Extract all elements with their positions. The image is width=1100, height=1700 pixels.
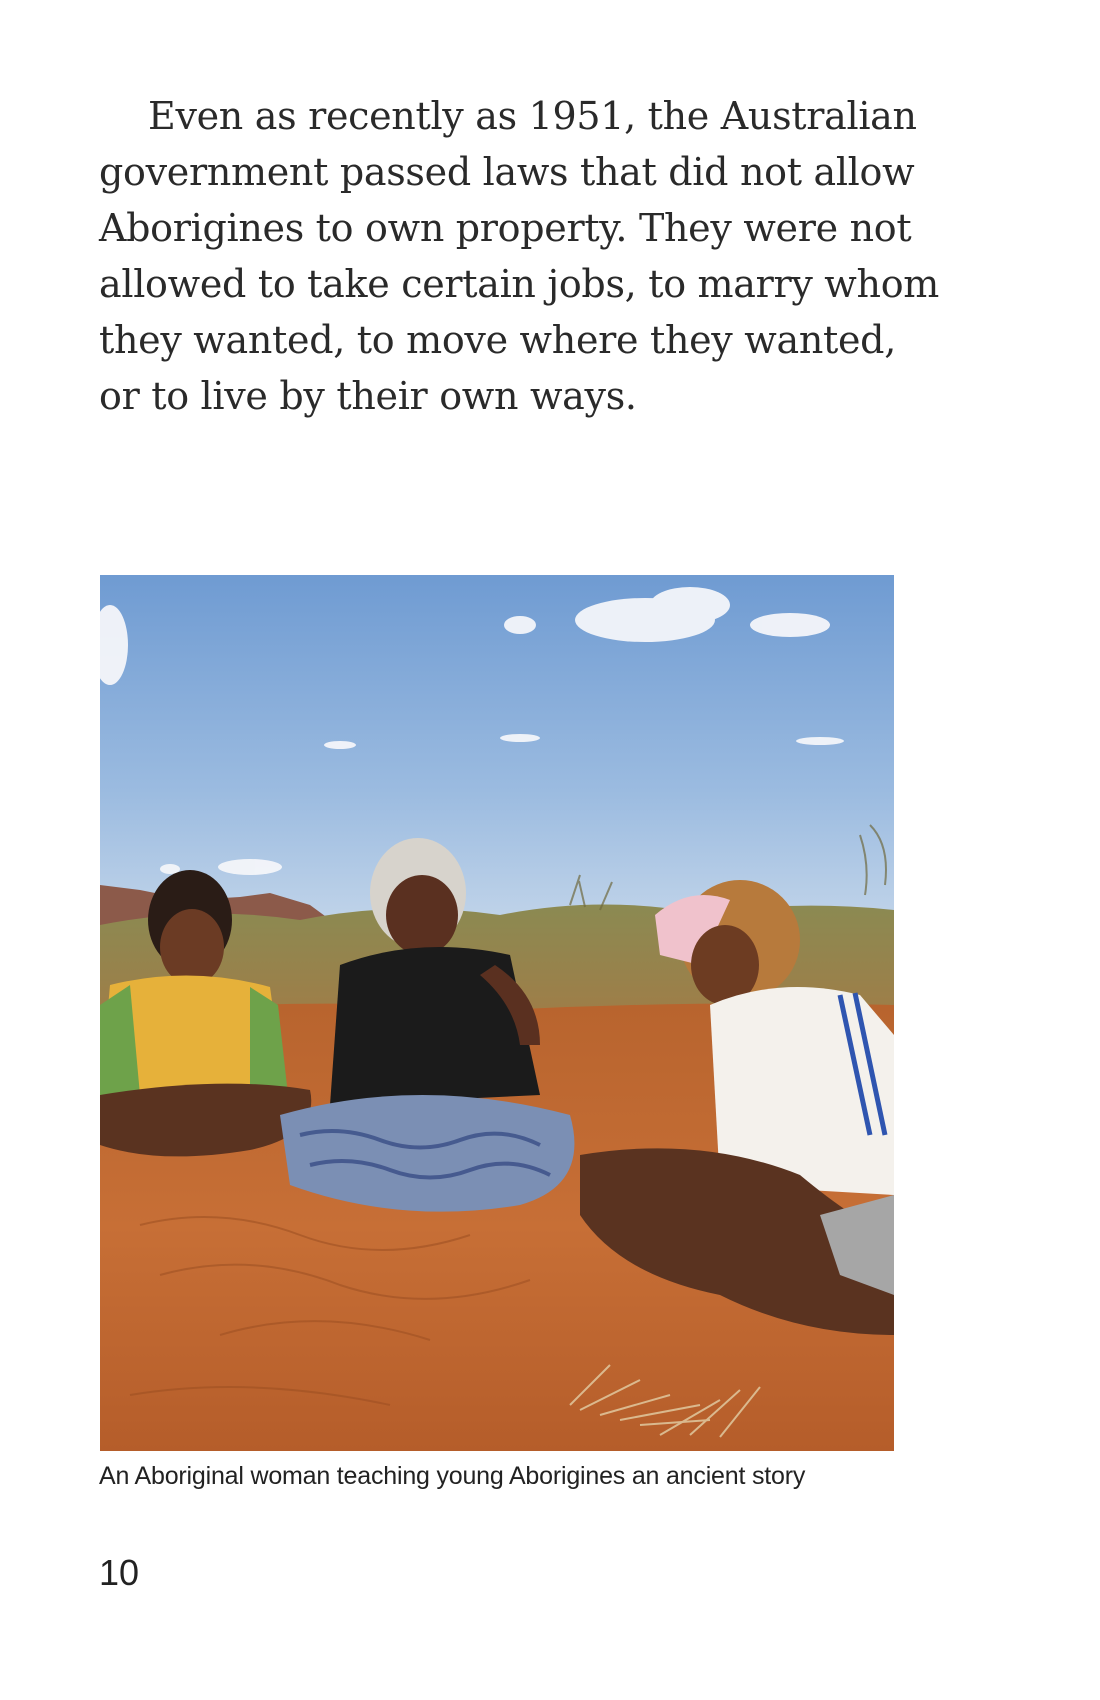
photo-illustration [100,575,894,1451]
photo-caption: An Aboriginal woman teaching young Abori… [99,1462,806,1490]
book-page: Even as recently as 1951, the Australian… [0,0,1100,1700]
page-number: 10 [99,1552,140,1593]
body-paragraph: Even as recently as 1951, the Australian… [99,88,940,424]
paragraph-line: Aborigines to own property. They were no… [99,206,912,250]
paragraph-line: allowed to take certain jobs, to marry w… [99,262,940,306]
paragraph-line: Even as recently as 1951, the Australian [148,94,917,138]
paragraph-line: government passed laws that did not allo… [99,150,915,194]
outback-storytelling-photo [100,575,894,1451]
paragraph-line: or to live by their own ways. [99,374,637,418]
paragraph-line: they wanted, to move where they wanted, [99,318,896,362]
